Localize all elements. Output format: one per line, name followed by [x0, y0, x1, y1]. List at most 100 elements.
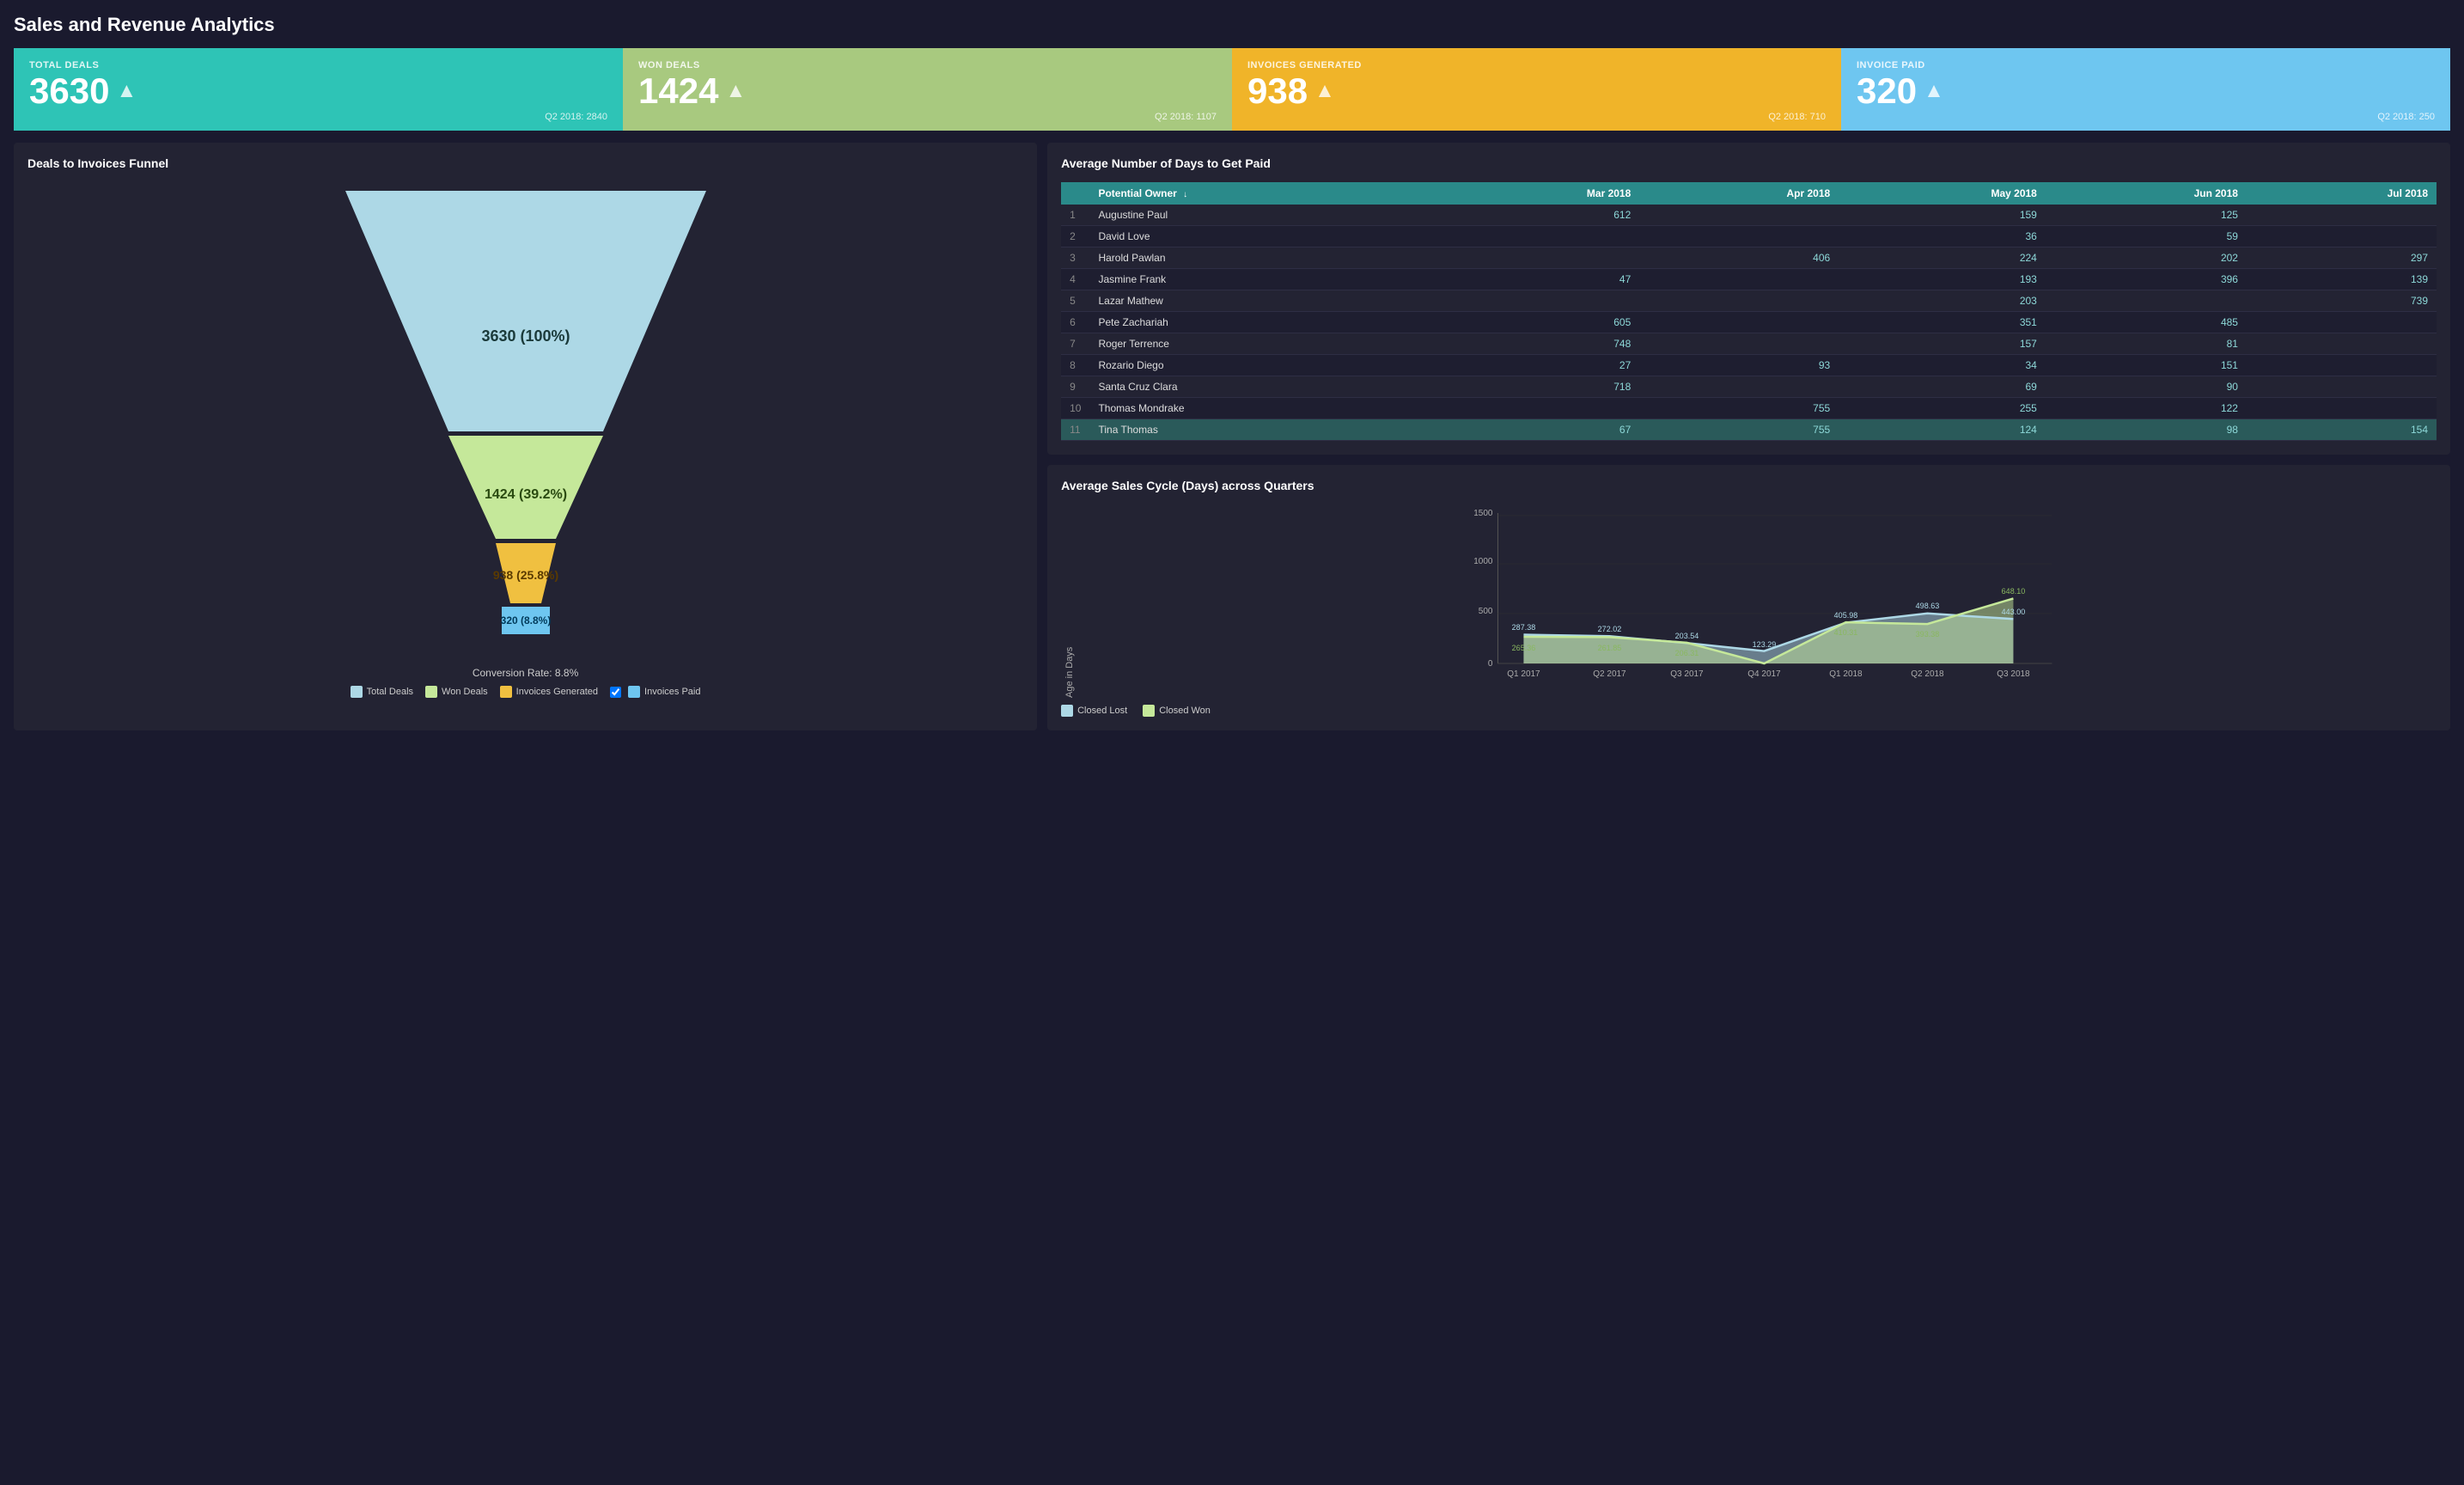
data-cell [2247, 205, 2437, 226]
table-header: Jul 2018 [2247, 182, 2437, 205]
kpi-value: 938 ▲ [1247, 70, 1826, 112]
table-header[interactable]: Potential Owner ↓ [1089, 182, 1438, 205]
data-cell: 718 [1438, 376, 1639, 398]
row-num: 9 [1061, 376, 1089, 398]
data-cell [1639, 312, 1839, 333]
svg-text:272.02: 272.02 [1598, 625, 1622, 633]
svg-text:203.54: 203.54 [1675, 632, 1699, 640]
svg-text:265.36: 265.36 [1512, 644, 1536, 652]
data-cell: 27 [1438, 355, 1639, 376]
data-cell: 297 [2247, 248, 2437, 269]
data-cell: 90 [2046, 376, 2247, 398]
data-cell: 34 [1839, 355, 2046, 376]
kpi-arrow: ▲ [1924, 79, 1944, 103]
data-cell [2247, 226, 2437, 248]
svg-text:320 (8.8%): 320 (8.8%) [500, 614, 551, 626]
data-cell: 203 [1839, 290, 2046, 312]
svg-text:287.38: 287.38 [1512, 623, 1536, 632]
table-row: 2David Love3659 [1061, 226, 2437, 248]
legend-box [628, 686, 640, 698]
data-cell [2247, 355, 2437, 376]
data-cell: 67 [1438, 419, 1639, 441]
data-cell [1639, 269, 1839, 290]
data-cell: 193 [1839, 269, 2046, 290]
data-cell [1639, 226, 1839, 248]
legend-closed-won-label: Closed Won [1159, 706, 1211, 716]
svg-text:648.10: 648.10 [2002, 587, 2026, 596]
funnel-panel: Deals to Invoices Funnel 3630 (100%) 142… [14, 143, 1037, 730]
funnel-title: Deals to Invoices Funnel [27, 156, 1023, 170]
owner-name: David Love [1089, 226, 1438, 248]
svg-text:500: 500 [1479, 607, 1493, 616]
row-num: 7 [1061, 333, 1089, 355]
legend-label: Total Deals [367, 687, 413, 697]
funnel-legend-item: Invoices Generated [500, 686, 598, 698]
svg-text:443.00: 443.00 [2002, 608, 2026, 616]
data-cell: 224 [1839, 248, 2046, 269]
table-row: 7Roger Terrence74815781 [1061, 333, 2437, 355]
svg-text:Q2 2018: Q2 2018 [1911, 669, 1944, 679]
data-cell: 125 [2046, 205, 2247, 226]
legend-closed-lost: Closed Lost [1061, 705, 1127, 717]
owner-name: Jasmine Frank [1089, 269, 1438, 290]
table-header: Apr 2018 [1639, 182, 1839, 205]
data-cell: 122 [2046, 398, 2247, 419]
data-cell [2247, 333, 2437, 355]
data-cell: 81 [2046, 333, 2247, 355]
svg-text:Q3 2018: Q3 2018 [1997, 669, 2030, 679]
data-cell: 755 [1639, 398, 1839, 419]
y-axis-label: Age in Days [1061, 504, 1075, 698]
kpi-total-deals: TOTAL DEALS 3630 ▲ Q2 2018: 2840 [14, 48, 623, 131]
conversion-rate: Conversion Rate: 8.8% [27, 667, 1023, 679]
sort-icon: ↓ [1183, 190, 1187, 199]
funnel-legend-item: Won Deals [425, 686, 488, 698]
kpi-won-deals: WON DEALS 1424 ▲ Q2 2018: 1107 [623, 48, 1232, 131]
main-content: Deals to Invoices Funnel 3630 (100%) 142… [14, 143, 2450, 730]
table-row: 9Santa Cruz Clara7186990 [1061, 376, 2437, 398]
table-panel: Average Number of Days to Get Paid Poten… [1047, 143, 2450, 455]
svg-text:206.31: 206.31 [1675, 649, 1699, 657]
legend-closed-lost-box [1061, 705, 1073, 717]
legend-closed-won-box [1143, 705, 1155, 717]
data-cell: 739 [2247, 290, 2437, 312]
data-cell: 124 [1839, 419, 2046, 441]
svg-text:Q1 2018: Q1 2018 [1829, 669, 1863, 679]
data-cell: 406 [1639, 248, 1839, 269]
kpi-label: INVOICES GENERATED [1247, 60, 1826, 70]
svg-text:Q3 2017: Q3 2017 [1670, 669, 1704, 679]
row-num: 3 [1061, 248, 1089, 269]
data-cell [1438, 290, 1639, 312]
svg-text:410.31: 410.31 [1834, 628, 1858, 637]
funnel-svg: 3630 (100%) 1424 (39.2%) 938 (25.8%) 320… [320, 182, 732, 663]
svg-text:1000: 1000 [1473, 557, 1493, 566]
legend-checkbox[interactable] [610, 687, 621, 698]
legend-label: Won Deals [442, 687, 488, 697]
legend-label: Invoices Generated [516, 687, 598, 697]
kpi-invoice-paid: INVOICE PAID 320 ▲ Q2 2018: 250 [1841, 48, 2450, 131]
table-row: 8Rozario Diego279334151 [1061, 355, 2437, 376]
svg-text:393.38: 393.38 [1916, 630, 1940, 639]
svg-text:405.98: 405.98 [1834, 611, 1858, 620]
data-cell [2247, 376, 2437, 398]
kpi-arrow: ▲ [725, 79, 746, 103]
kpi-label: TOTAL DEALS [29, 60, 607, 70]
svg-text:498.63: 498.63 [1916, 602, 1940, 610]
kpi-sub: Q2 2018: 250 [1857, 112, 2435, 122]
data-cell [1639, 376, 1839, 398]
data-cell: 612 [1438, 205, 1639, 226]
data-cell [1438, 248, 1639, 269]
svg-text:938 (25.8%): 938 (25.8%) [492, 568, 558, 582]
data-cell: 351 [1839, 312, 2046, 333]
chart-legend: Closed Lost Closed Won [1061, 705, 2437, 717]
data-cell [1639, 333, 1839, 355]
data-cell: 154 [2247, 419, 2437, 441]
table-row: 6Pete Zachariah605351485 [1061, 312, 2437, 333]
kpi-label: WON DEALS [638, 60, 1217, 70]
owner-name: Harold Pawlan [1089, 248, 1438, 269]
data-cell: 151 [2046, 355, 2247, 376]
svg-text:Q4 2017: Q4 2017 [1747, 669, 1781, 679]
legend-closed-lost-label: Closed Lost [1077, 706, 1127, 716]
data-cell: 159 [1839, 205, 2046, 226]
row-num: 4 [1061, 269, 1089, 290]
legend-closed-won: Closed Won [1143, 705, 1211, 717]
